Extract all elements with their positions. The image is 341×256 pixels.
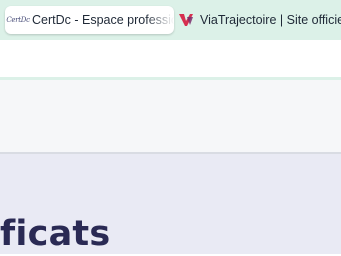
viatrajectoire-logo-icon	[179, 14, 193, 26]
page-heading: ficats	[0, 214, 111, 254]
site-header-band	[0, 80, 341, 154]
tab-title: CertDc - Espace professionnel	[32, 13, 174, 27]
tab-viatrajectoire[interactable]: ViaTrajectoire | Site officiel	[176, 6, 341, 34]
browser-toolbar	[0, 40, 341, 80]
browser-tab-strip: CertDc CertDc - Espace professionnel Via…	[0, 0, 341, 40]
tab-certdc[interactable]: CertDc CertDc - Espace professionnel	[5, 6, 174, 34]
tab-title: ViaTrajectoire | Site officiel	[200, 13, 341, 27]
certdc-logo-icon: CertDc	[6, 16, 30, 24]
